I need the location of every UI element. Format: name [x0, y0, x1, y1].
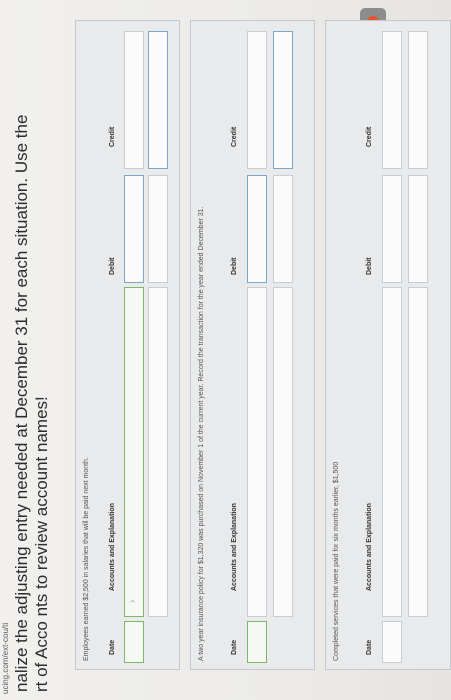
- column-header-accounts: Accounts and Explanation: [231, 503, 238, 591]
- account-input[interactable]: [247, 287, 267, 617]
- column-header-date: Date: [366, 639, 373, 655]
- url-bar-text: ucing.com/ext-cou/ti: [1, 622, 10, 694]
- column-header-credit: Credit: [366, 126, 373, 147]
- debit-input[interactable]: [247, 175, 267, 283]
- credit-input[interactable]: [408, 31, 428, 169]
- column-header-date: Date: [109, 639, 116, 655]
- debit-input[interactable]: [124, 175, 144, 283]
- date-input[interactable]: [247, 621, 267, 663]
- date-input[interactable]: [124, 621, 144, 663]
- debit-input[interactable]: [148, 175, 168, 283]
- column-header-debit: Debit: [109, 257, 116, 276]
- account-input[interactable]: [148, 287, 168, 617]
- situation-prompt: Employees earned $2,500 in salaries that…: [83, 457, 90, 661]
- credit-input[interactable]: [124, 31, 144, 169]
- date-input[interactable]: [382, 621, 402, 663]
- page-title-line2: rt of Acco nts to review account names!: [32, 396, 51, 692]
- page-title-line1: nalize the adjusting entry needed at Dec…: [12, 114, 31, 692]
- column-header-debit: Debit: [231, 257, 238, 276]
- credit-input[interactable]: [148, 31, 168, 169]
- column-header-accounts: Accounts and Explanation: [109, 503, 116, 591]
- debit-input[interactable]: [382, 175, 402, 283]
- credit-input[interactable]: [273, 31, 293, 169]
- account-input[interactable]: [382, 287, 402, 617]
- column-header-credit: Credit: [231, 126, 238, 147]
- credit-input[interactable]: [247, 31, 267, 169]
- situation-panel-2: A two year insurance policy for $1,320 w…: [190, 20, 315, 670]
- page-canvas: ucing.com/ext-cou/ti nalize the adjustin…: [0, 0, 451, 700]
- situation-prompt: A two year insurance policy for $1,320 w…: [198, 206, 205, 661]
- situation-panel-3: Completed services that were paid for si…: [325, 20, 451, 670]
- column-header-date: Date: [231, 639, 238, 655]
- dropdown-arrow-icon[interactable]: ›: [127, 600, 138, 603]
- account-input[interactable]: [408, 287, 428, 617]
- situation-panel-1: Employees earned $2,500 in salaries that…: [75, 20, 180, 670]
- debit-input[interactable]: [408, 175, 428, 283]
- column-header-debit: Debit: [366, 257, 373, 276]
- account-input[interactable]: [273, 287, 293, 617]
- column-header-accounts: Accounts and Explanation: [366, 503, 373, 591]
- debit-input[interactable]: [273, 175, 293, 283]
- account-input[interactable]: [124, 287, 144, 617]
- column-header-credit: Credit: [109, 126, 116, 147]
- situation-prompt: Completed services that were paid for si…: [333, 461, 340, 661]
- credit-input[interactable]: [382, 31, 402, 169]
